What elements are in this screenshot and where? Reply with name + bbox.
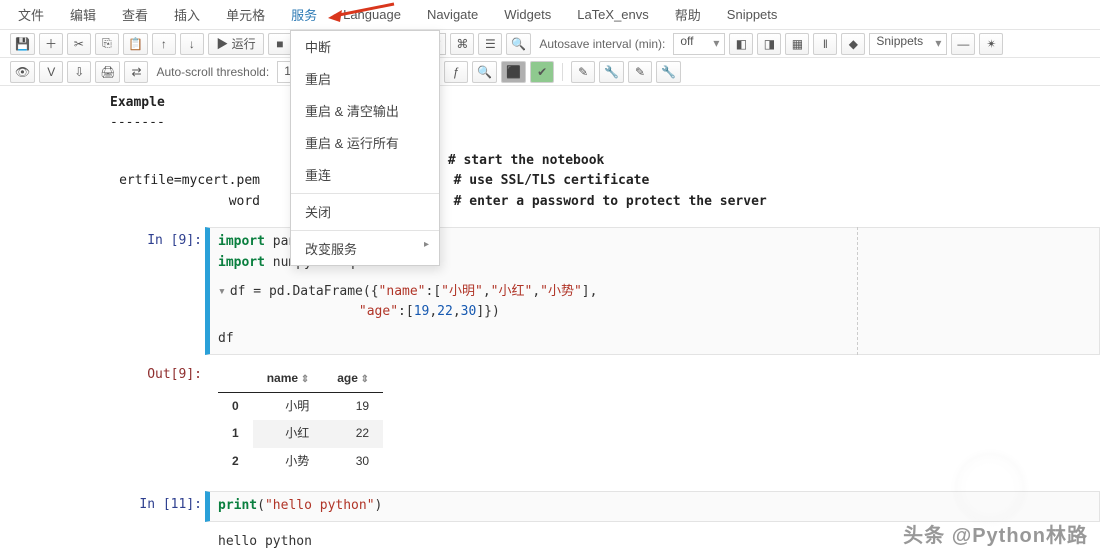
menu-view[interactable]: 查看: [122, 5, 148, 24]
menu-separator: [291, 230, 439, 231]
extension-btn-1[interactable]: ◧: [729, 33, 753, 55]
wrench-button-2[interactable]: 🔧: [656, 61, 681, 83]
menu-reconnect[interactable]: 重连: [291, 159, 439, 191]
extension-btn-5[interactable]: ◆: [841, 33, 865, 55]
extension-btn-6[interactable]: —: [951, 33, 975, 55]
validate-button[interactable]: V: [39, 61, 63, 83]
watermark-text: 头条 @Python林路: [903, 519, 1088, 548]
output-prompt: [130, 528, 210, 554]
dataframe-table: name age 0小明19 1小红22 2小势30: [218, 365, 383, 475]
table-row: 2小势30: [218, 448, 383, 475]
menu-restart[interactable]: 重启: [291, 63, 439, 95]
copy-button[interactable]: ⎘: [95, 33, 119, 55]
pencil-button-2[interactable]: ✎: [628, 61, 652, 83]
extension-btn-3[interactable]: ▦: [785, 33, 809, 55]
notebook-area: Example ------- # start the notebook ert…: [0, 87, 1100, 554]
df-col-age[interactable]: age: [323, 365, 383, 393]
variable-inspector-button[interactable]: 👁: [10, 61, 35, 83]
input-prompt: In [11]:: [130, 491, 210, 522]
docstring-fragment: Example ------- # start the notebook ert…: [110, 93, 1080, 212]
kernel-menu-dropdown: 中断 重启 重启 & 清空输出 重启 & 运行所有 重连 关闭 改变服务: [290, 30, 440, 266]
df-index-header: [218, 365, 253, 393]
menu-restart-run-all[interactable]: 重启 & 运行所有: [291, 127, 439, 159]
menu-help[interactable]: 帮助: [675, 5, 701, 24]
input-prompt: In [9]:: [130, 227, 210, 355]
wrench-button-1[interactable]: 🔧: [599, 61, 624, 83]
output-cell-9: Out[9]: name age 0小明19 1小红22 2小势30: [130, 361, 1100, 479]
add-cell-button[interactable]: ＋: [39, 33, 63, 55]
menu-navigate[interactable]: Navigate: [427, 7, 478, 22]
format-button[interactable]: ƒ: [444, 61, 468, 83]
menu-edit[interactable]: 编辑: [70, 5, 96, 24]
menu-file[interactable]: 文件: [18, 5, 44, 24]
search-button[interactable]: 🔍: [506, 33, 531, 55]
menu-separator: [291, 193, 439, 194]
table-row: 0小明19: [218, 393, 383, 421]
command-palette-button[interactable]: ⌘: [450, 33, 474, 55]
menu-latex[interactable]: LaTeX_envs: [577, 7, 649, 22]
paste-button[interactable]: 📋: [123, 33, 148, 55]
df-col-name[interactable]: name: [253, 365, 324, 393]
pencil-button[interactable]: ✎: [571, 61, 595, 83]
output-prompt: Out[9]:: [130, 361, 210, 479]
extension-btn-4[interactable]: ‖: [813, 33, 837, 55]
divider: [562, 63, 563, 81]
cut-button[interactable]: ✂: [67, 33, 91, 55]
autosave-select[interactable]: off: [673, 33, 725, 55]
download-button[interactable]: ⇩: [67, 61, 91, 83]
threshold-label: Auto-scroll threshold:: [156, 65, 269, 79]
extension-btn-2[interactable]: ◨: [757, 33, 781, 55]
highlight-button[interactable]: ⬛: [501, 61, 526, 83]
move-down-button[interactable]: ↓: [180, 33, 204, 55]
snippets-select[interactable]: Snippets: [869, 33, 947, 55]
menu-bar: 文件 编辑 查看 插入 单元格 服务 Language Navigate Wid…: [0, 0, 1100, 30]
menu-insert[interactable]: 插入: [174, 5, 200, 24]
menu-widgets[interactable]: Widgets: [504, 7, 551, 22]
menu-language[interactable]: Language: [343, 7, 401, 22]
toggle-button[interactable]: ⇄: [124, 61, 148, 83]
toc-button[interactable]: ☰: [478, 33, 502, 55]
extension-btn-7[interactable]: ✴: [979, 33, 1003, 55]
interrupt-button[interactable]: ■: [268, 33, 292, 55]
toolbar-primary: 💾 ＋ ✂ ⎘ 📋 ↑ ↓ ▶ 运行 ■ ↻ ▶▶ 代码 ⌘ ☰ 🔍 Autos…: [0, 30, 1100, 58]
table-row: 1小红22: [218, 420, 383, 447]
menu-snippets[interactable]: Snippets: [727, 7, 778, 22]
menu-interrupt[interactable]: 中断: [291, 31, 439, 63]
menu-change-kernel[interactable]: 改变服务: [291, 233, 439, 265]
menu-kernel[interactable]: 服务: [291, 5, 317, 24]
move-up-button[interactable]: ↑: [152, 33, 176, 55]
find-button[interactable]: 🔍: [472, 61, 497, 83]
print-button[interactable]: 🖨: [95, 61, 120, 83]
menu-shutdown[interactable]: 关闭: [291, 196, 439, 228]
spellcheck-button[interactable]: ✔: [530, 61, 554, 83]
menu-restart-clear[interactable]: 重启 & 清空输出: [291, 95, 439, 127]
save-button[interactable]: 💾: [10, 33, 35, 55]
cell-output-divider: [857, 227, 858, 355]
run-button[interactable]: ▶ 运行: [208, 33, 264, 55]
toolbar-secondary: 👁 V ⇩ 🖨 ⇄ Auto-scroll threshold: 100 组 ↶…: [0, 58, 1100, 86]
watermark-icon: [950, 448, 1030, 528]
menu-cell[interactable]: 单元格: [226, 5, 265, 24]
code-cell-9[interactable]: In [9]: import pandas as pd import numpy…: [130, 227, 1100, 355]
autosave-label: Autosave interval (min):: [539, 37, 665, 51]
